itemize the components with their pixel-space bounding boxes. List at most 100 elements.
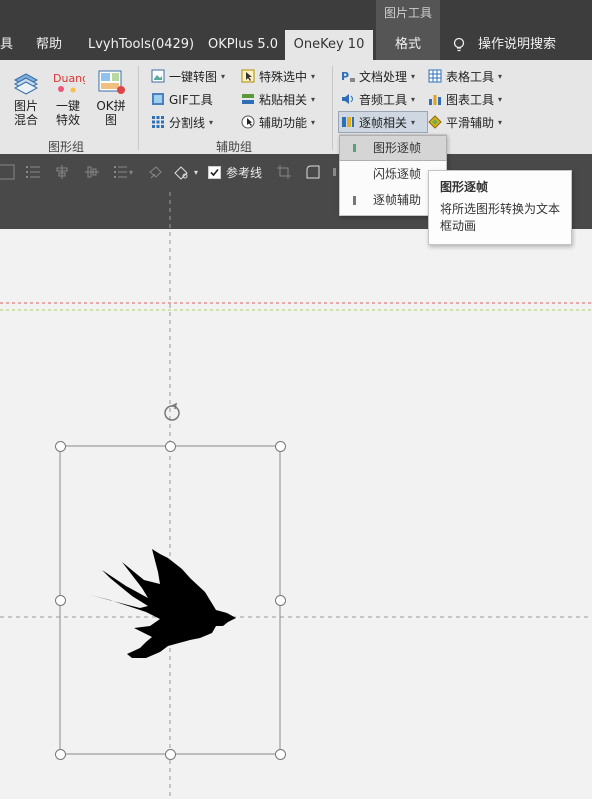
smooth-assist-button[interactable]: 平滑辅助 ▾ <box>428 112 502 132</box>
dropdown-arrow-icon: ▾ <box>411 117 416 127</box>
frame-icon <box>341 115 355 129</box>
table-tool-button[interactable]: 表格工具 ▾ <box>428 66 502 86</box>
dropdown-arrow-icon: ▾ <box>311 71 316 81</box>
tooltip-description: 将所选图形转换为文本框动画 <box>440 202 561 233</box>
resize-handle-e[interactable] <box>275 595 286 606</box>
guide-checkbox-label: 参考线 <box>226 166 263 180</box>
shape-style-icon[interactable]: ▾ <box>172 164 202 180</box>
audio-icon <box>341 92 355 106</box>
table-icon <box>428 69 442 83</box>
svg-text:P: P <box>341 70 349 83</box>
resize-handle-ne[interactable] <box>275 441 286 452</box>
menu-item-shape-frame[interactable]: 图形逐帧 <box>339 135 447 161</box>
one-click-effect-label: 一键特效 <box>55 99 80 127</box>
chart-icon <box>428 92 442 106</box>
title-bar <box>0 0 592 30</box>
document-process-button[interactable]: P 文档处理 ▾ <box>341 66 415 86</box>
audio-tool-button[interactable]: 音频工具 ▾ <box>341 89 415 109</box>
guide-checkbox[interactable] <box>208 166 221 179</box>
dropdown-arrow-icon: ▾ <box>498 117 503 127</box>
tab-help[interactable]: 帮助 <box>36 30 66 60</box>
paste-related-label: 粘贴相关 <box>259 92 308 107</box>
audio-tool-label: 音频工具 <box>359 92 408 107</box>
group-separator <box>138 66 139 150</box>
ok-puzzle-label: OK拼图 <box>96 99 126 127</box>
duang-icon: Duang <box>51 68 89 96</box>
shape-frame-icon <box>353 144 356 152</box>
resize-handle-nw[interactable] <box>55 441 66 452</box>
menu-item-label: 闪烁逐帧 <box>373 167 422 181</box>
image-blend-label: 图片混合 <box>13 99 38 127</box>
image-blend-icon <box>11 68 41 96</box>
toolbar-overflow-icon[interactable] <box>333 164 337 180</box>
resize-handle-w[interactable] <box>55 595 66 606</box>
tab-okplus[interactable]: OKPlus 5.0 <box>208 30 278 60</box>
dropdown-arrow-icon: ▾ <box>311 117 316 127</box>
gif-tool-button[interactable]: GIF工具 <box>151 89 213 109</box>
rotate-handle-icon <box>164 402 180 421</box>
resize-handle-n[interactable] <box>165 441 176 452</box>
paste-icon <box>241 92 255 106</box>
dropdown-arrow-icon: ▾ <box>411 94 416 104</box>
divider-line-label: 分割线 <box>169 115 206 130</box>
tab-lvyhtools[interactable]: LvyhTools(0429) <box>88 30 194 60</box>
frame-related-label: 逐帧相关 <box>359 115 408 130</box>
special-select-label: 特殊选中 <box>259 69 308 84</box>
image-blend-button[interactable]: 图片混合 <box>6 68 46 127</box>
tab-onekey[interactable]: OneKey 10 <box>285 30 373 60</box>
resize-handle-s[interactable] <box>165 749 176 760</box>
swallow-silhouette <box>90 549 236 658</box>
svg-text:▾: ▾ <box>194 168 198 177</box>
context-tab-title: 图片工具 <box>376 0 440 30</box>
convert-image-icon <box>151 69 165 83</box>
one-click-convert-label: 一键转图 <box>169 69 218 84</box>
bullet-list-icon[interactable] <box>25 164 41 180</box>
one-click-convert-button[interactable]: 一键转图 ▾ <box>151 66 225 86</box>
menu-item-label: 图形逐帧 <box>373 141 422 155</box>
tab-format[interactable]: 格式 <box>376 30 440 60</box>
align-center-icon[interactable] <box>54 164 70 180</box>
special-select-button[interactable]: 特殊选中 ▾ <box>241 66 315 86</box>
smooth-icon <box>428 115 442 129</box>
chart-tool-button[interactable]: 图表工具 ▾ <box>428 89 502 109</box>
ok-puzzle-button[interactable]: OK拼图 <box>92 68 130 127</box>
divider-icon <box>151 115 165 129</box>
frame-related-button[interactable]: 逐帧相关 ▾ <box>338 111 428 133</box>
assist-function-label: 辅助功能 <box>259 115 308 130</box>
dropdown-arrow-icon: ▾ <box>498 94 503 104</box>
distribute-icon[interactable] <box>84 164 100 180</box>
list-dropdown-icon[interactable]: ▾ <box>113 164 137 180</box>
resize-handle-sw[interactable] <box>55 749 66 760</box>
assist-icon <box>241 115 255 129</box>
pin-icon[interactable] <box>148 164 164 180</box>
dropdown-arrow-icon: ▾ <box>311 94 316 104</box>
assist-function-button[interactable]: 辅助功能 ▾ <box>241 112 315 132</box>
helper-group-label: 辅助组 <box>216 140 253 154</box>
checkbox-partial-icon[interactable] <box>0 164 16 180</box>
canvas-overlay <box>0 192 592 799</box>
shape-edit-icon[interactable] <box>305 164 321 180</box>
tooltip-title: 图形逐帧 <box>440 180 489 194</box>
paste-related-button[interactable]: 粘贴相关 ▾ <box>241 89 315 109</box>
gif-tool-label: GIF工具 <box>169 92 213 107</box>
document-icon: P <box>341 69 355 83</box>
smooth-assist-label: 平滑辅助 <box>446 115 495 130</box>
frame-assist-icon <box>353 196 356 205</box>
tell-me-search[interactable]: 操作说明搜索 <box>478 30 558 60</box>
dropdown-arrow-icon: ▾ <box>411 71 416 81</box>
group-separator <box>332 66 333 150</box>
checkmark-icon <box>210 168 219 177</box>
divider-line-button[interactable]: 分割线 ▾ <box>151 112 213 132</box>
tooltip: 图形逐帧 将所选图形转换为文本框动画 <box>428 170 572 245</box>
ok-puzzle-icon <box>96 68 126 96</box>
lightbulb-icon <box>452 37 466 56</box>
crop-icon[interactable] <box>276 164 292 180</box>
table-tool-label: 表格工具 <box>446 69 495 84</box>
dropdown-arrow-icon: ▾ <box>498 71 503 81</box>
one-click-effect-button[interactable]: Duang 一键特效 <box>48 68 89 127</box>
dropdown-arrow-icon: ▾ <box>209 117 214 127</box>
menu-item-label: 逐帧辅助 <box>373 193 422 207</box>
resize-handle-se[interactable] <box>275 749 286 760</box>
tab-tools-partial[interactable]: 具 <box>0 30 14 60</box>
document-process-label: 文档处理 <box>359 69 408 84</box>
